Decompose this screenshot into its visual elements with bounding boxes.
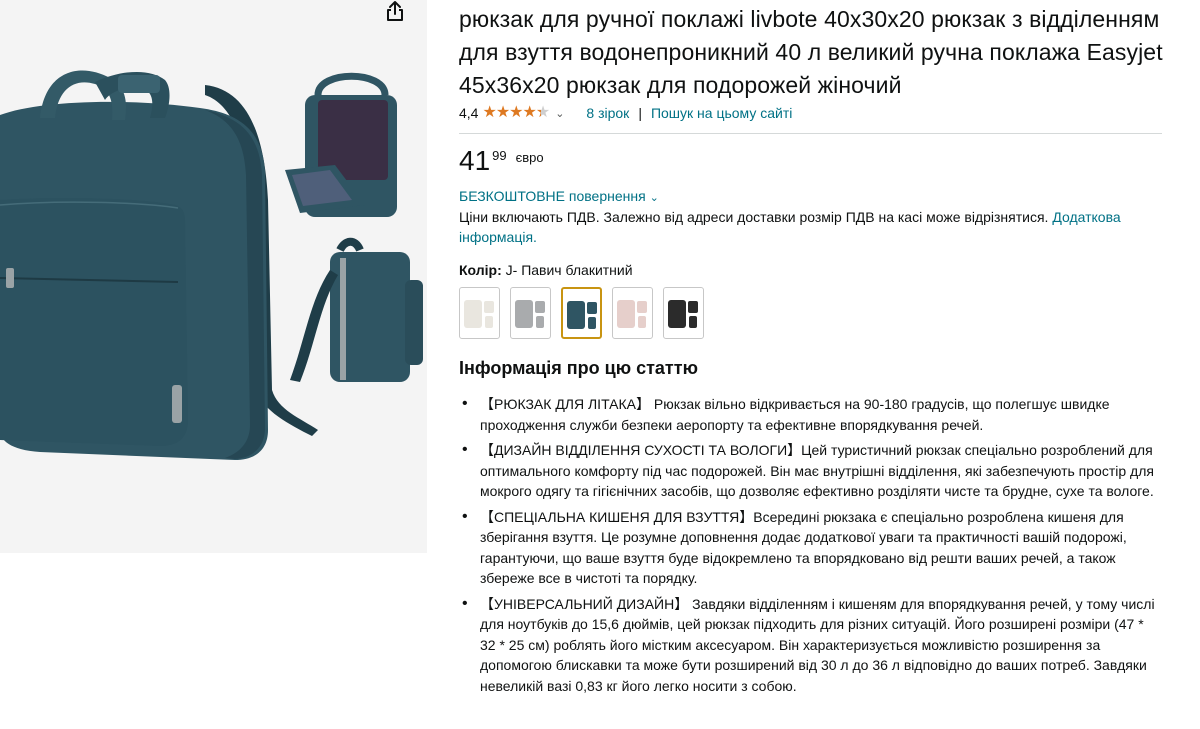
feature-bullet: 【СПЕЦІАЛЬНА КИШЕНЯ ДЛЯ ВЗУТТЯ】Всередині … [459,507,1162,589]
product-details: рюкзак для ручної поклажі livbote 40x30x… [459,0,1164,701]
star-icon: ★ [495,104,510,121]
free-returns-link[interactable]: БЕЗКОШТОВНЕ повернення ⌄ [459,188,659,204]
search-this-page-link[interactable]: Пошук на цьому сайті [651,105,792,121]
color-swatches [459,287,1164,339]
star-icon: ★ [509,104,523,121]
color-swatch[interactable] [459,287,500,339]
color-swatch[interactable] [612,287,653,339]
swatch-thumbnail [464,300,494,328]
rating-row: 4,4 ★ ★ ★ ★ ★ ⌄ 8 зірок | Пошук на цьому сай… [459,102,1164,124]
ratings-count-link[interactable]: 8 зірок [586,105,629,121]
feature-bullet: 【ДИЗАЙН ВІДДІЛЕННЯ СУХОСТІ ТА ВОЛОГИ】Цей… [459,440,1162,502]
product-title: рюкзак для ручної поклажі livbote 40x30x… [459,6,1163,98]
color-swatch[interactable] [510,287,551,339]
price-fraction: 99 [492,148,507,163]
divider [459,133,1162,134]
separator: | [638,105,642,121]
chevron-down-icon: ⌄ [649,192,659,204]
color-label: Колір: [459,262,502,278]
returns-row: БЕЗКОШТОВНЕ повернення ⌄ [459,188,1164,204]
swatch-thumbnail [617,300,647,328]
color-swatch[interactable] [561,287,602,339]
price-whole: 41 [459,145,491,176]
share-icon [387,1,403,21]
vat-info: Ціни включають ПДВ. Залежно від адреси д… [459,207,1159,247]
color-swatch[interactable] [663,287,704,339]
feature-bullets: 【РЮКЗАК ДЛЯ ЛІТАКА】 Рюкзак вільно відкри… [459,394,1164,696]
color-value: J- Павич блакитний [505,262,633,278]
swatch-thumbnail [567,301,597,329]
vat-text: Ціни включають ПДВ. Залежно від адреси д… [459,209,1049,225]
swatch-thumbnail [668,300,698,328]
price-currency: євро [515,150,544,165]
chevron-down-icon[interactable]: ⌄ [555,107,564,120]
price: 41 99 євро [459,146,1164,180]
feature-bullet: 【УНІВЕРСАЛЬНИЙ ДИЗАЙН】 Завдяки відділенн… [459,594,1162,697]
star-icon: ★ [522,104,537,121]
product-image-area[interactable] [0,0,427,553]
star-rating[interactable]: ★ ★ ★ ★ ★ [482,104,550,121]
color-selector: Колір: J- Павич блакитний [459,262,1164,278]
share-button[interactable] [386,0,414,26]
swatch-thumbnail [515,300,545,328]
feature-bullet: 【РЮКЗАК ДЛЯ ЛІТАКА】 Рюкзак вільно відкри… [459,394,1162,435]
star-icon: ★ [482,104,496,121]
about-item-heading: Інформація про цю статтю [459,358,698,378]
rating-value: 4,4 [459,105,479,121]
free-returns-label: БЕЗКОШТОВНЕ повернення [459,188,646,204]
star-icon: ★ [535,104,550,121]
backpack-product-image [0,70,423,460]
